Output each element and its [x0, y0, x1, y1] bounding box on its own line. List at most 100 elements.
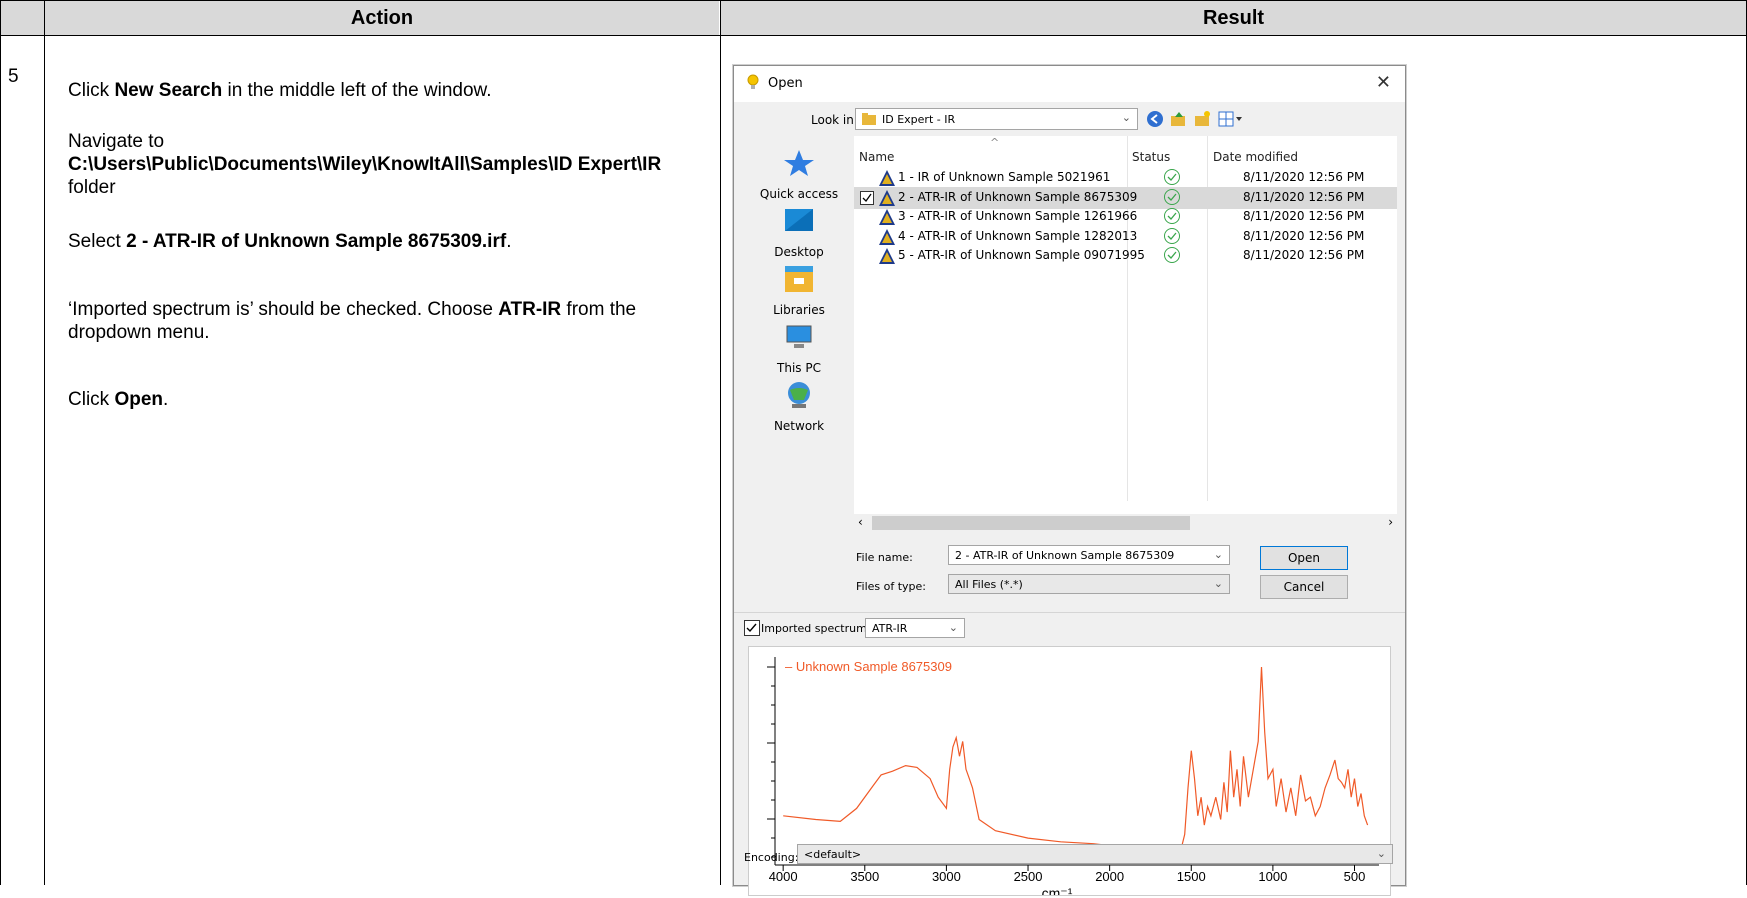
file-row[interactable]: 5 - ATR-IR of Unknown Sample 09071995 8/1… [854, 245, 1397, 267]
close-icon[interactable]: ✕ [1376, 72, 1391, 93]
encoding-label: Encoding: [744, 851, 799, 864]
back-icon[interactable] [1146, 110, 1164, 128]
imported-spectrum-label: Imported spectrum is [761, 622, 880, 635]
action-text: ‘Imported spectrum is’ should be checked… [68, 299, 499, 320]
place-network[interactable]: Network [744, 380, 854, 433]
action-text: . [506, 231, 512, 252]
imported-spectrum-checkbox[interactable] [744, 620, 760, 636]
encoding-value: <default> [804, 848, 862, 861]
place-label: This PC [777, 361, 821, 375]
place-label: Quick access [759, 187, 839, 201]
scroll-right-icon[interactable]: › [1388, 515, 1393, 529]
x-tick-label: 3000 [932, 869, 961, 884]
look-in-combo[interactable]: ID Expert - IR ⌄ [855, 108, 1138, 130]
file-name: 5 - ATR-IR of Unknown Sample 09071995 [898, 248, 1145, 262]
header-action: Action [45, 1, 719, 35]
scroll-left-icon[interactable]: ‹ [858, 515, 863, 529]
spectrum-file-icon [879, 170, 895, 186]
action-bold-text: Open [114, 389, 164, 410]
up-folder-icon[interactable] [1170, 110, 1188, 128]
status-synced-icon [1164, 247, 1180, 263]
cancel-button[interactable]: Cancel [1260, 575, 1348, 599]
spectrum-file-icon [879, 228, 895, 245]
new-folder-icon[interactable] [1194, 110, 1212, 128]
file-date: 8/11/2020 12:56 PM [1243, 170, 1365, 184]
files-of-type-label: Files of type: [856, 580, 927, 593]
network-icon [788, 382, 810, 408]
file-date: 8/11/2020 12:56 PM [1243, 228, 1365, 243]
document-table: Action Result 5 Click New Search in the … [0, 0, 1747, 898]
place-label: Libraries [773, 303, 825, 317]
legend-label: – Unknown Sample 8675309 [785, 659, 952, 674]
action-text: Navigate to [68, 131, 165, 152]
open-dialog: Open ✕ Look in: ID Expert - IR ⌄ Quick a… [733, 65, 1406, 898]
file-date: 8/11/2020 12:56 PM [1243, 189, 1365, 204]
column-name[interactable]: Name [859, 150, 894, 164]
x-tick-label: 2000 [1095, 869, 1124, 884]
checkmark-icon [746, 623, 757, 633]
sort-arrow-icon: ^ [990, 136, 1000, 149]
files-of-type-select[interactable]: All Files (*.*) ⌄ [948, 574, 1230, 594]
chevron-down-icon: ⌄ [1213, 548, 1223, 561]
place-this-pc[interactable]: This PC [744, 322, 854, 375]
place-label: Desktop [774, 245, 824, 259]
x-axis-label: cm⁻¹ [1042, 885, 1073, 895]
file-list[interactable]: Name ^ Status Date modified 1 - IR of Un… [854, 136, 1397, 514]
x-tick-label: 4000 [769, 869, 798, 884]
scroll-thumb[interactable] [872, 516, 1190, 530]
libraries-icon [785, 266, 813, 292]
this-pc-icon [786, 325, 812, 348]
horizontal-scrollbar[interactable]: ‹ › [854, 514, 1397, 532]
header-result: Result [721, 1, 1746, 35]
x-tick-label: 500 [1344, 869, 1366, 884]
row-checkbox[interactable] [860, 190, 874, 205]
place-desktop[interactable]: Desktop [744, 206, 854, 259]
action-step-line: Navigate to C:\Users\Public\Documents\Wi… [68, 130, 708, 199]
open-button[interactable]: Open [1260, 546, 1348, 570]
nav-toolbar [1146, 109, 1266, 129]
action-text: Click [68, 389, 115, 410]
spectrum-file-icon [879, 248, 895, 264]
status-synced-icon [1164, 188, 1180, 205]
chevron-down-icon: ⌄ [1121, 111, 1131, 124]
checkmark-icon [862, 193, 872, 202]
file-name: 1 - IR of Unknown Sample 5021961 [898, 170, 1111, 184]
chevron-down-icon: ⌄ [948, 621, 958, 634]
action-step-line: Select 2 - ATR-IR of Unknown Sample 8675… [68, 230, 708, 253]
view-menu-icon[interactable] [1218, 110, 1244, 128]
action-text: Click [68, 80, 115, 101]
action-step-line: Click New Search in the middle left of t… [68, 79, 708, 102]
status-synced-icon [1164, 208, 1180, 224]
places-bar: Quick access Desktop Libraries This PC Netwo… [744, 148, 854, 528]
file-name-label: File name: [856, 551, 913, 564]
header-empty [1, 1, 44, 35]
file-name: 4 - ATR-IR of Unknown Sample 1282013 [898, 228, 1138, 243]
action-text: . [163, 389, 169, 410]
file-name: 3 - ATR-IR of Unknown Sample 1261966 [898, 209, 1138, 223]
file-name-value: 2 - ATR-IR of Unknown Sample 8675309 [955, 549, 1175, 562]
look-in-label: Look in: [811, 113, 858, 127]
action-text: in the middle left of the window. [222, 80, 492, 101]
action-text: folder [68, 177, 116, 198]
x-tick-label: 1500 [1177, 869, 1206, 884]
file-name-field[interactable]: 2 - ATR-IR of Unknown Sample 8675309 ⌄ [948, 545, 1230, 565]
status-synced-icon [1164, 169, 1180, 185]
folder-icon [862, 113, 876, 125]
action-step-line: Click Open. [68, 388, 708, 411]
spectrum-file-icon [879, 189, 895, 206]
file-date: 8/11/2020 12:56 PM [1243, 248, 1365, 262]
chevron-down-icon: ⌄ [1213, 577, 1223, 590]
place-libraries[interactable]: Libraries [744, 264, 854, 317]
place-quick-access[interactable]: Quick access [744, 148, 854, 201]
chevron-down-icon: ⌄ [1376, 847, 1386, 860]
file-date: 8/11/2020 12:56 PM [1243, 209, 1365, 223]
column-status[interactable]: Status [1132, 150, 1170, 164]
x-tick-label: 3500 [850, 869, 879, 884]
action-step-line: ‘Imported spectrum is’ should be checked… [68, 298, 708, 344]
column-date-modified[interactable]: Date modified [1213, 150, 1298, 164]
lightbulb-icon [747, 74, 759, 89]
step-number: 5 [8, 66, 19, 87]
spectrum-type-select[interactable]: ATR-IR ⌄ [865, 618, 965, 638]
files-of-type-value: All Files (*.*) [955, 578, 1023, 591]
encoding-select[interactable]: <default> ⌄ [797, 844, 1393, 864]
